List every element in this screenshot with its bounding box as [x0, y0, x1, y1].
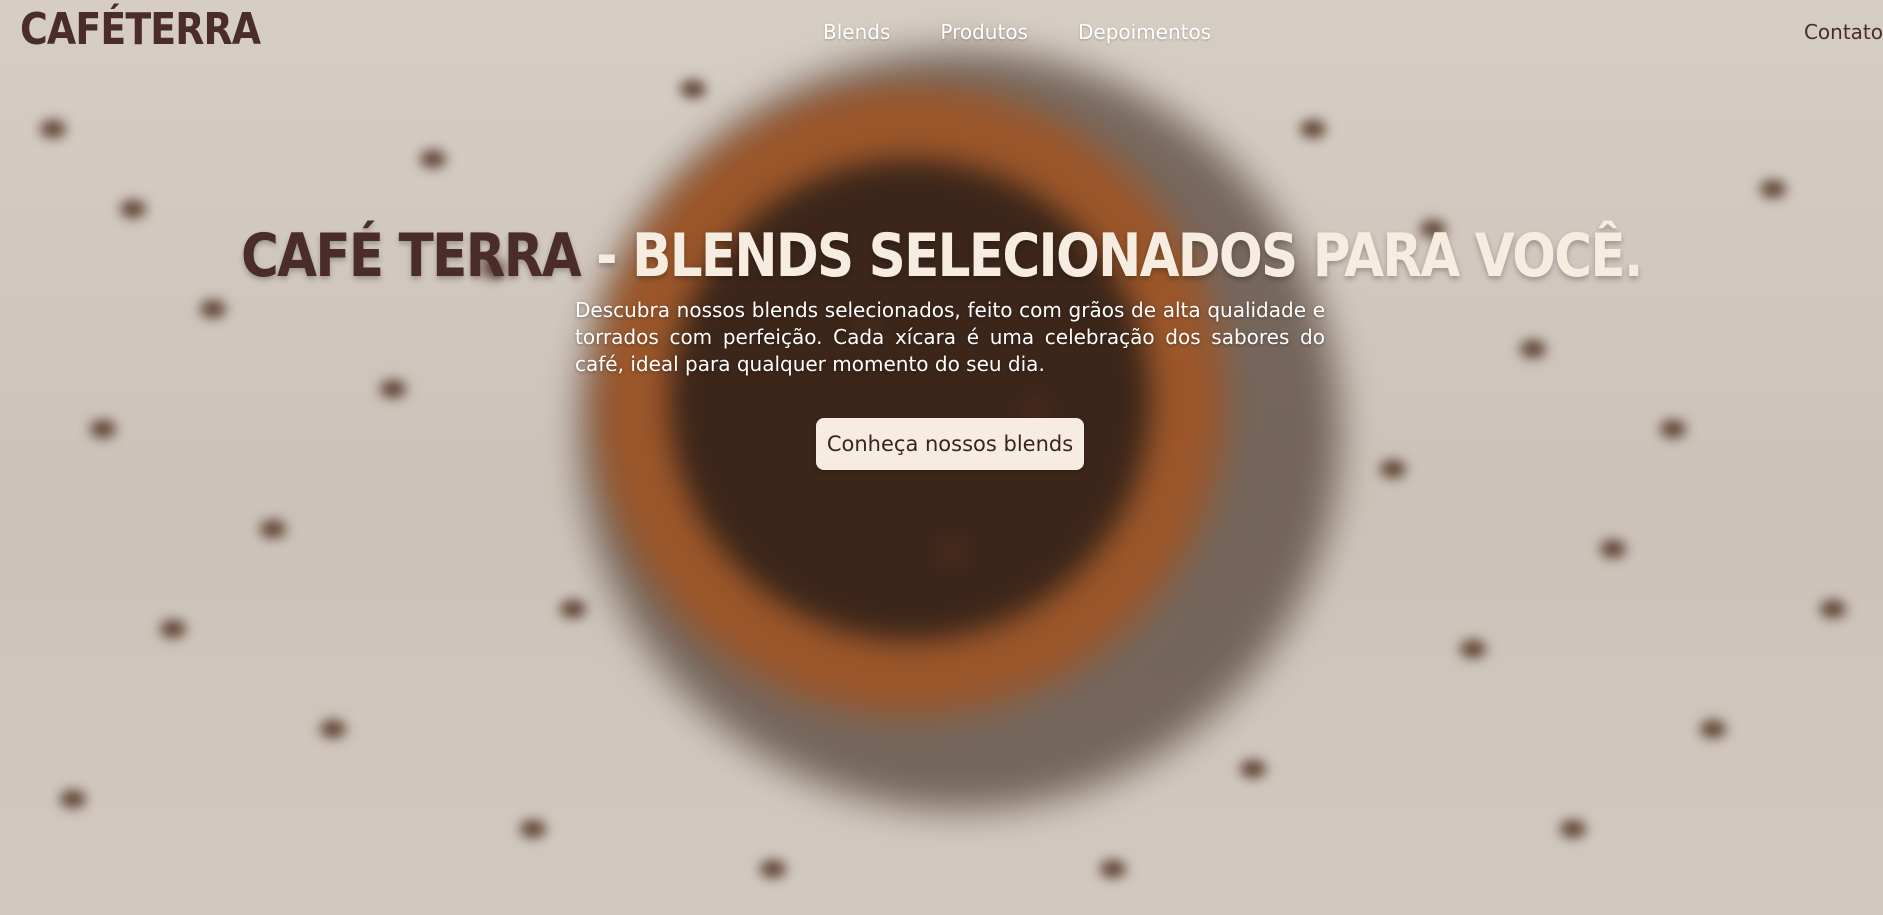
nav-link-depoimentos[interactable]: Depoimentos — [1078, 20, 1211, 44]
hero-section: CAFÉTERRA Blends Produtos Depoimentos Co… — [0, 0, 1883, 915]
hero-title: CAFÉ TERRA - BLENDS SELECIONADOS PARA VO… — [0, 216, 1883, 296]
hero-title-text: CAFÉ TERRA - BLENDS SELECIONADOS PARA VO… — [241, 216, 1644, 296]
hero-description: Descubra nossos blends selecionados, fei… — [575, 298, 1325, 376]
explore-blends-button[interactable]: Conheça nossos blends — [816, 418, 1084, 470]
site-logo[interactable]: CAFÉTERRA — [20, 4, 261, 55]
nav-link-produtos[interactable]: Produtos — [940, 20, 1028, 44]
site-header: CAFÉTERRA Blends Produtos Depoimentos Co… — [0, 0, 1883, 66]
nav-link-blends[interactable]: Blends — [823, 20, 890, 44]
main-nav: Blends Produtos Depoimentos — [823, 20, 1211, 44]
hero-title-brand: CAFÉ TERRA — [241, 221, 582, 292]
hero-title-tagline: - BLENDS SELECIONADOS PARA VOCÊ. — [580, 221, 1643, 292]
nav-link-contato[interactable]: Contato — [1804, 20, 1883, 44]
